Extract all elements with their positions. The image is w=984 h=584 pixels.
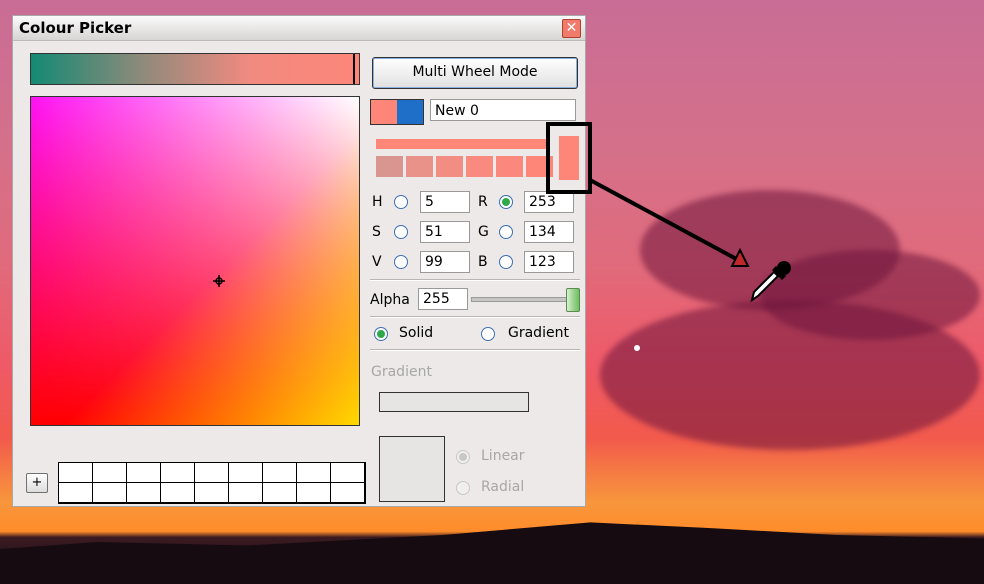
eyedropper-icon bbox=[750, 261, 791, 303]
callout-overlay bbox=[546, 122, 750, 351]
arrow-icon bbox=[589, 178, 743, 264]
callout-box bbox=[546, 122, 592, 194]
